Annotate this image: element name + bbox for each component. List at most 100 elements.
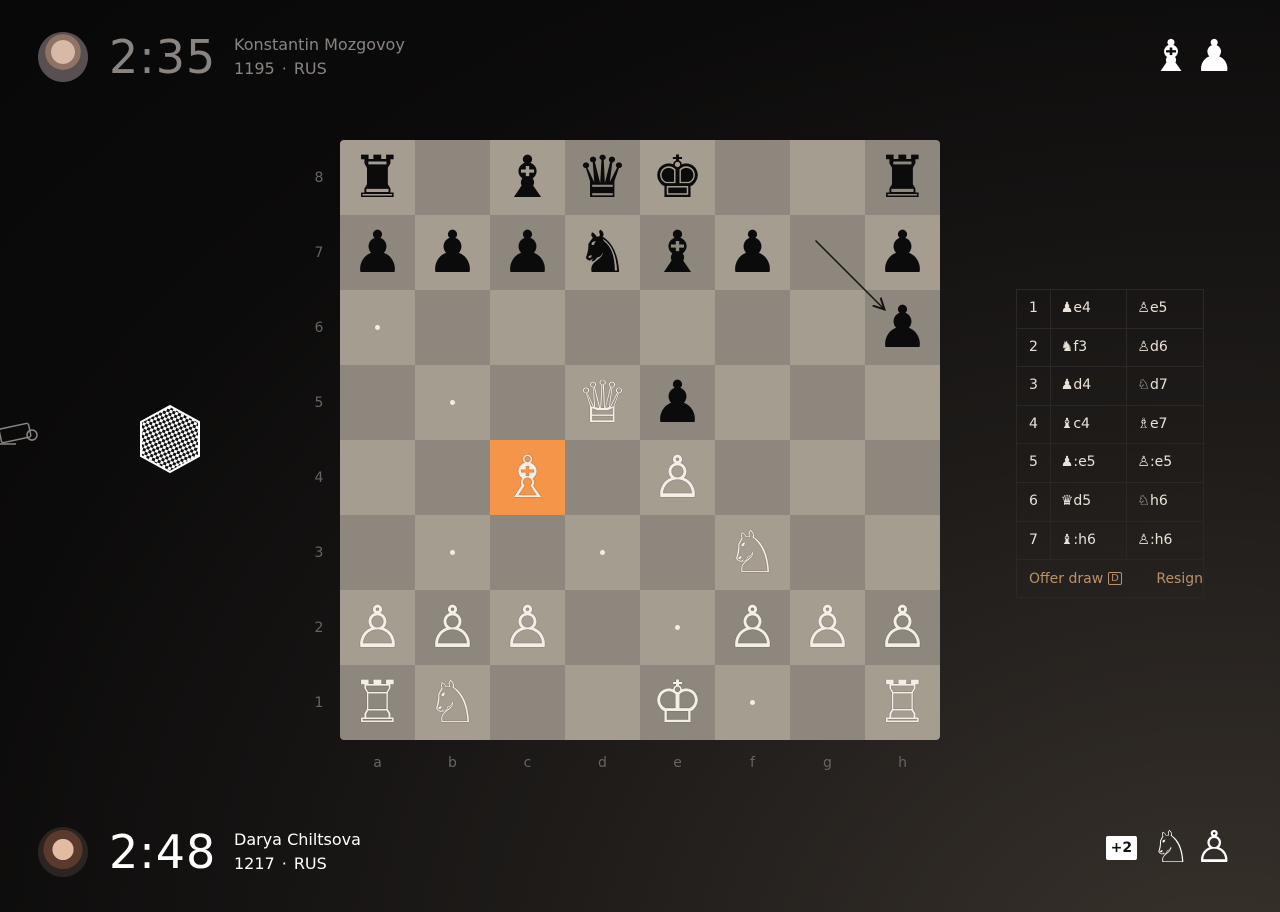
piece-h8[interactable]: ♜ xyxy=(877,140,929,215)
square-h2[interactable]: ♙ xyxy=(865,590,940,665)
white-move[interactable]: ♞f3 xyxy=(1051,328,1128,367)
square-b6[interactable] xyxy=(415,290,490,365)
square-d3[interactable] xyxy=(565,515,640,590)
square-c2[interactable]: ♙ xyxy=(490,590,565,665)
square-a6[interactable] xyxy=(340,290,415,365)
piece-b2[interactable]: ♙ xyxy=(427,590,479,665)
square-d8[interactable]: ♛ xyxy=(565,140,640,215)
black-move[interactable]: ♘h6 xyxy=(1127,483,1203,521)
square-b8[interactable] xyxy=(415,140,490,215)
square-f2[interactable]: ♙ xyxy=(715,590,790,665)
square-b3[interactable] xyxy=(415,515,490,590)
piece-c8[interactable]: ♝ xyxy=(502,140,554,215)
black-move[interactable]: ♙:e5 xyxy=(1127,444,1203,482)
square-e5[interactable]: ♟ xyxy=(640,365,715,440)
square-a8[interactable]: ♜ xyxy=(340,140,415,215)
square-f4[interactable] xyxy=(715,440,790,515)
legal-move-dot[interactable] xyxy=(375,325,380,330)
square-b2[interactable]: ♙ xyxy=(415,590,490,665)
black-move[interactable]: ♙:h6 xyxy=(1127,522,1203,560)
piece-e8[interactable]: ♚ xyxy=(652,140,704,215)
square-e1[interactable]: ♔ xyxy=(640,665,715,740)
offer-draw-button[interactable]: Offer draw D xyxy=(1017,571,1144,587)
piece-h7[interactable]: ♟ xyxy=(877,215,929,290)
square-f8[interactable] xyxy=(715,140,790,215)
move-row[interactable]: 4 ♝c4 ♗e7 xyxy=(1017,405,1203,445)
black-move[interactable]: ♘d7 xyxy=(1127,367,1203,405)
white-move[interactable]: ♟d4 xyxy=(1051,367,1128,405)
piece-g2[interactable]: ♙ xyxy=(802,590,854,665)
square-d6[interactable] xyxy=(565,290,640,365)
white-move[interactable]: ♟e4 xyxy=(1051,290,1128,328)
square-c3[interactable] xyxy=(490,515,565,590)
piece-h1[interactable]: ♖ xyxy=(877,665,929,740)
white-move[interactable]: ♛d5 xyxy=(1051,482,1128,521)
legal-move-dot[interactable] xyxy=(450,550,455,555)
black-move[interactable]: ♙e5 xyxy=(1127,290,1203,328)
square-a5[interactable] xyxy=(340,365,415,440)
square-f7[interactable]: ♟ xyxy=(715,215,790,290)
square-g2[interactable]: ♙ xyxy=(790,590,865,665)
piece-e7[interactable]: ♝ xyxy=(652,215,704,290)
square-c5[interactable] xyxy=(490,365,565,440)
piece-a2[interactable]: ♙ xyxy=(352,590,404,665)
square-f6[interactable] xyxy=(715,290,790,365)
piece-d8[interactable]: ♛ xyxy=(577,140,629,215)
square-a3[interactable] xyxy=(340,515,415,590)
square-f1[interactable] xyxy=(715,665,790,740)
square-c4[interactable]: ♗ xyxy=(490,440,565,515)
piece-f2[interactable]: ♙ xyxy=(727,590,779,665)
square-b4[interactable] xyxy=(415,440,490,515)
square-d1[interactable] xyxy=(565,665,640,740)
piece-c4[interactable]: ♗ xyxy=(502,440,554,515)
move-row[interactable]: 2 ♞f3 ♙d6 xyxy=(1017,328,1203,368)
square-g4[interactable] xyxy=(790,440,865,515)
square-h5[interactable] xyxy=(865,365,940,440)
square-e6[interactable] xyxy=(640,290,715,365)
piece-e4[interactable]: ♙ xyxy=(652,440,704,515)
square-b5[interactable] xyxy=(415,365,490,440)
black-move[interactable]: ♗e7 xyxy=(1127,406,1203,444)
square-g1[interactable] xyxy=(790,665,865,740)
white-move[interactable]: ♟:e5 xyxy=(1051,444,1128,482)
piece-h2[interactable]: ♙ xyxy=(877,590,929,665)
square-d5[interactable]: ♕ xyxy=(565,365,640,440)
square-h1[interactable]: ♖ xyxy=(865,665,940,740)
square-c7[interactable]: ♟ xyxy=(490,215,565,290)
square-g5[interactable] xyxy=(790,365,865,440)
square-a4[interactable] xyxy=(340,440,415,515)
square-d4[interactable] xyxy=(565,440,640,515)
app-logo-icon[interactable] xyxy=(137,404,203,474)
piece-b1[interactable]: ♘ xyxy=(427,665,479,740)
square-a2[interactable]: ♙ xyxy=(340,590,415,665)
square-h6[interactable]: ♟ xyxy=(865,290,940,365)
camera-icon[interactable] xyxy=(0,420,44,450)
legal-move-dot[interactable] xyxy=(450,400,455,405)
piece-c7[interactable]: ♟ xyxy=(502,215,554,290)
piece-f7[interactable]: ♟ xyxy=(727,215,779,290)
square-g6[interactable] xyxy=(790,290,865,365)
square-h7[interactable]: ♟ xyxy=(865,215,940,290)
piece-h6[interactable]: ♟ xyxy=(877,290,929,365)
piece-e5[interactable]: ♟ xyxy=(652,365,704,440)
legal-move-dot[interactable] xyxy=(600,550,605,555)
move-row[interactable]: 3 ♟d4 ♘d7 xyxy=(1017,367,1203,406)
square-e7[interactable]: ♝ xyxy=(640,215,715,290)
legal-move-dot[interactable] xyxy=(675,625,680,630)
square-g8[interactable] xyxy=(790,140,865,215)
chess-board[interactable]: ♜ ♝ ♛ ♚ ♜ ♟ ♟ ♟ ♞ ♝ ♟ ♟ ♟ ♕ ♟ ♗ ♙ ♘ ♙ ♙ ♙ ♙ ♙ ♙ ♖ ♘ ♔ ♖ xyxy=(340,140,940,740)
square-c6[interactable] xyxy=(490,290,565,365)
resign-button[interactable]: Resign xyxy=(1144,571,1203,587)
white-move[interactable]: ♝:h6 xyxy=(1051,521,1128,560)
square-e2[interactable] xyxy=(640,590,715,665)
square-f3[interactable]: ♘ xyxy=(715,515,790,590)
square-a7[interactable]: ♟ xyxy=(340,215,415,290)
square-g3[interactable] xyxy=(790,515,865,590)
piece-b7[interactable]: ♟ xyxy=(427,215,479,290)
square-d7[interactable]: ♞ xyxy=(565,215,640,290)
piece-d5[interactable]: ♕ xyxy=(577,365,629,440)
square-a1[interactable]: ♖ xyxy=(340,665,415,740)
square-c1[interactable] xyxy=(490,665,565,740)
move-row[interactable]: 1 ♟e4 ♙e5 xyxy=(1017,290,1203,329)
move-row[interactable]: 6 ♛d5 ♘h6 xyxy=(1017,482,1203,522)
